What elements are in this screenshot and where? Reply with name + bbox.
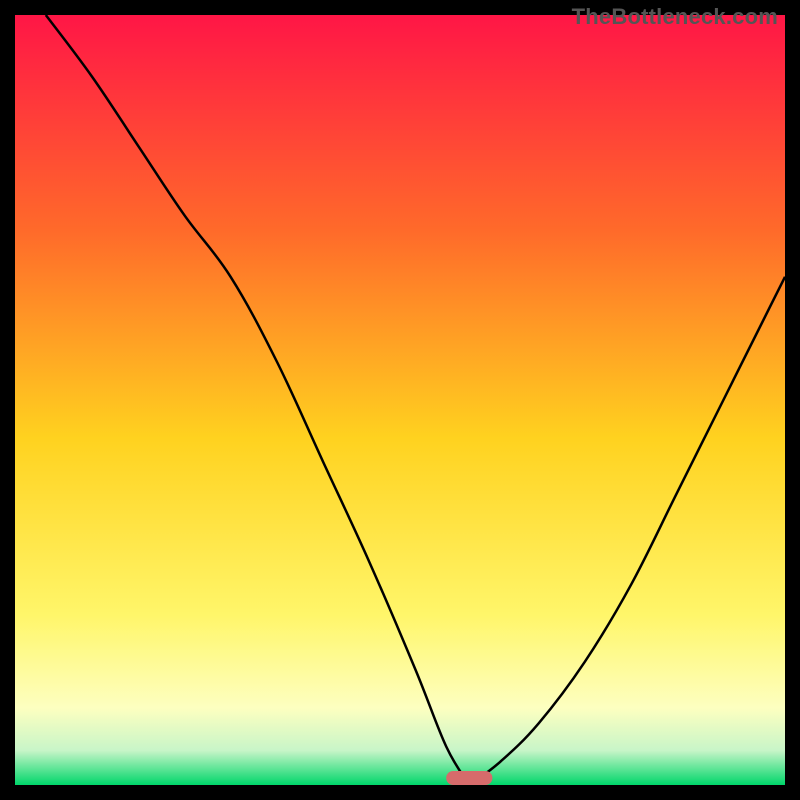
- chart-plot: [15, 15, 785, 785]
- watermark-text: TheBottleneck.com: [572, 4, 778, 30]
- bottleneck-marker: [446, 771, 492, 785]
- chart-frame: [15, 15, 785, 785]
- chart-background: [15, 15, 785, 785]
